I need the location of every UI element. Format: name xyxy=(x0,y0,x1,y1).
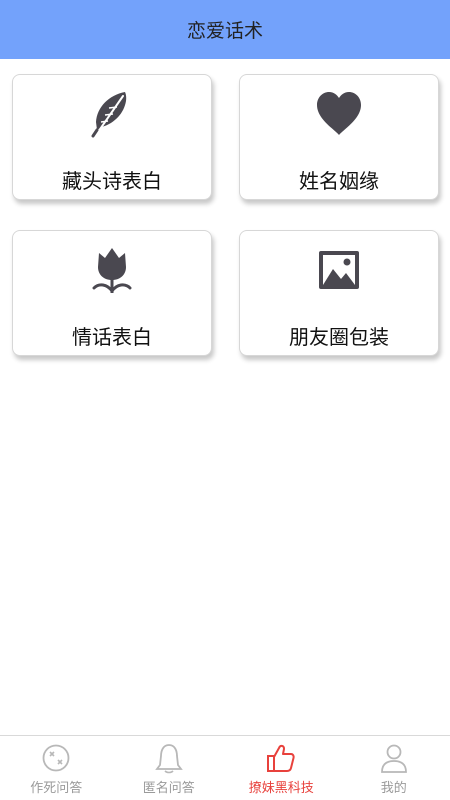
bell-icon xyxy=(153,742,185,774)
heart-icon xyxy=(314,89,364,139)
card-label: 朋友圈包装 xyxy=(289,325,389,349)
card-moments-packaging[interactable]: 朋友圈包装 xyxy=(239,230,439,356)
user-icon xyxy=(378,742,410,774)
feather-icon xyxy=(87,89,137,139)
tab-label: 撩妹黑科技 xyxy=(248,781,314,796)
card-acrostic-poem[interactable]: 藏头诗表白 xyxy=(12,74,212,200)
card-name-match[interactable]: 姓名姻缘 xyxy=(239,74,439,200)
app-header: 恋爱话术 xyxy=(0,0,450,59)
card-love-confession[interactable]: 情话表白 xyxy=(12,230,212,356)
page-title: 恋爱话术 xyxy=(186,20,263,42)
tab-zuosi-qa[interactable]: 作死问答 xyxy=(0,736,113,800)
image-icon xyxy=(314,245,364,295)
tab-flirt-tech[interactable]: 撩妹黑科技 xyxy=(225,736,338,800)
tulip-icon xyxy=(87,245,137,295)
dizzy-face-icon xyxy=(40,742,72,774)
tab-label: 作死问答 xyxy=(30,781,83,796)
card-label: 姓名姻缘 xyxy=(299,169,379,193)
tab-anonymous-qa[interactable]: 匿名问答 xyxy=(113,736,226,800)
card-label: 情话表白 xyxy=(72,325,152,349)
bottom-tab-bar: 作死问答 匿名问答 撩妹黑科技 我的 xyxy=(0,735,450,800)
thumbs-up-icon xyxy=(265,742,297,774)
tab-label: 匿名问答 xyxy=(142,781,195,796)
tab-mine[interactable]: 我的 xyxy=(338,736,450,800)
card-label: 藏头诗表白 xyxy=(62,169,162,193)
app-screen: 恋爱话术 藏头诗表白 姓名姻缘 情话表白 朋友圈包装 作死问答 匿名问答 撩妹黑… xyxy=(0,0,450,800)
tab-label: 我的 xyxy=(380,781,407,796)
